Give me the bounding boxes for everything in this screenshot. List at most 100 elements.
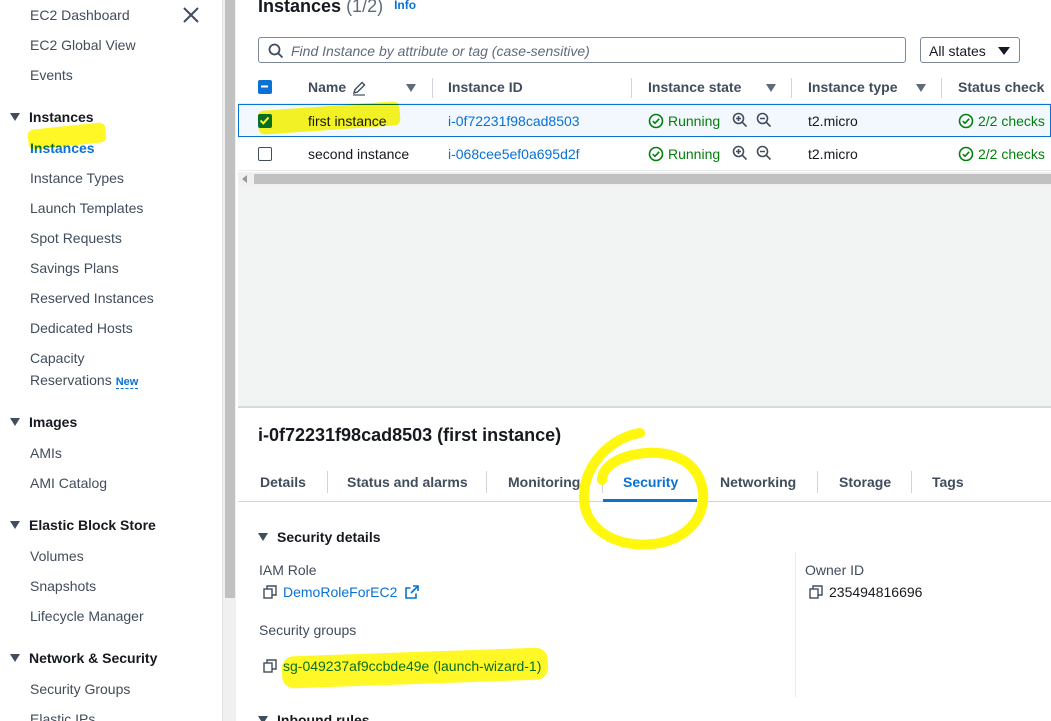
owner-id-value: 235494816696 bbox=[809, 584, 922, 600]
sidebar-section-network-security[interactable]: Network & Security bbox=[10, 650, 157, 666]
tab-status-and-alarms[interactable]: Status and alarms bbox=[347, 474, 468, 490]
scroll-left-icon[interactable] bbox=[242, 175, 247, 183]
sidebar-item-lifecycle-manager[interactable]: Lifecycle Manager bbox=[30, 608, 144, 624]
tab-tags[interactable]: Tags bbox=[932, 474, 964, 490]
sidebar-item-reserved-instances[interactable]: Reserved Instances bbox=[30, 290, 154, 306]
zoom-in-icon[interactable] bbox=[732, 112, 748, 128]
column-header-status-check[interactable]: Status check bbox=[958, 79, 1044, 95]
sidebar-item-security-groups[interactable]: Security Groups bbox=[30, 681, 130, 697]
table-header: Name Instance ID Instance state Instance… bbox=[238, 72, 1051, 104]
sidebar-item-ec2-global-view[interactable]: EC2 Global View bbox=[30, 37, 136, 53]
sidebar-item-events[interactable]: Events bbox=[30, 67, 73, 83]
table-empty-area bbox=[238, 186, 1051, 406]
sidebar-item-ami-catalog[interactable]: AMI Catalog bbox=[30, 475, 107, 491]
sidebar-section-images[interactable]: Images bbox=[10, 414, 77, 430]
sidebar-item-capacity[interactable]: Capacity bbox=[30, 350, 84, 366]
sidebar-item-ec2-dashboard[interactable]: EC2 Dashboard bbox=[30, 7, 130, 23]
page-title: Instances (1/2) Info bbox=[258, 0, 416, 17]
search-input[interactable]: Find Instance by attribute or tag (case-… bbox=[258, 37, 906, 63]
tab-separator bbox=[911, 471, 912, 493]
sidebar-item-dedicated-hosts[interactable]: Dedicated Hosts bbox=[30, 320, 133, 336]
column-header-instance-id[interactable]: Instance ID bbox=[448, 79, 523, 95]
column-separator bbox=[432, 78, 433, 98]
sort-icon[interactable] bbox=[766, 84, 776, 92]
copy-icon[interactable] bbox=[263, 585, 277, 599]
close-icon[interactable] bbox=[182, 6, 200, 24]
detail-panel-title: i-0f72231f98cad8503 (first instance) bbox=[258, 425, 562, 445]
sidebar-item-reservations[interactable]: Reservations New bbox=[30, 372, 139, 389]
instance-state-select[interactable]: All states bbox=[920, 37, 1020, 63]
instance-id-link[interactable]: i-0f72231f98cad8503 bbox=[448, 113, 580, 129]
table-horizontal-scrollbar[interactable] bbox=[238, 172, 1051, 186]
check-icon bbox=[259, 116, 270, 125]
security-details-header[interactable]: Security details bbox=[258, 529, 381, 545]
sort-icon[interactable] bbox=[406, 84, 416, 92]
tab-separator bbox=[486, 471, 487, 493]
sidebar-section-instances[interactable]: Instances bbox=[10, 109, 94, 125]
sidebar-item-snapshots[interactable]: Snapshots bbox=[30, 578, 96, 594]
iam-role-label: IAM Role bbox=[259, 562, 317, 578]
column-header-instance-type[interactable]: Instance type bbox=[808, 79, 897, 95]
row-checkbox[interactable] bbox=[258, 114, 272, 128]
check-circle-icon bbox=[958, 113, 974, 129]
active-tab-indicator bbox=[603, 499, 697, 502]
tab-networking[interactable]: Networking bbox=[720, 474, 796, 490]
split-panel-divider[interactable] bbox=[238, 406, 1051, 408]
inbound-rules-header[interactable]: Inbound rules bbox=[258, 712, 370, 721]
info-link[interactable]: Info bbox=[394, 0, 416, 12]
caret-down-icon bbox=[10, 113, 20, 121]
ec2-console: EC2 Dashboard EC2 Global View Events Ins… bbox=[0, 0, 1051, 721]
sidebar-item-spot-requests[interactable]: Spot Requests bbox=[30, 230, 122, 246]
tab-separator bbox=[817, 471, 818, 493]
zoom-in-icon[interactable] bbox=[732, 145, 748, 161]
iam-role-value[interactable]: DemoRoleForEC2 bbox=[263, 584, 420, 600]
search-icon bbox=[268, 43, 284, 59]
column-header-name[interactable]: Name bbox=[308, 79, 346, 95]
security-groups-label: Security groups bbox=[259, 622, 357, 638]
sidebar-item-elastic-ips[interactable]: Elastic IPs bbox=[30, 711, 95, 721]
tab-separator bbox=[327, 471, 328, 493]
tab-separator bbox=[602, 471, 603, 493]
table-row[interactable]: first instance i-0f72231f98cad8503 Runni… bbox=[238, 104, 1051, 137]
main-content: Instances (1/2) Info Find Instance by at… bbox=[238, 0, 1051, 721]
sidebar: EC2 Dashboard EC2 Global View Events Ins… bbox=[0, 0, 222, 721]
minus-icon bbox=[261, 85, 268, 88]
security-group-link[interactable]: sg-049237af9ccbde49e (launch-wizard-1) bbox=[263, 658, 541, 674]
table-row[interactable]: second instance i-068cee5ef0a695d2f Runn… bbox=[238, 138, 1051, 171]
sidebar-scrollbar[interactable] bbox=[222, 0, 236, 721]
sort-icon[interactable] bbox=[916, 84, 926, 92]
scrollbar-thumb[interactable] bbox=[254, 174, 1051, 184]
check-circle-icon bbox=[958, 146, 974, 162]
zoom-out-icon[interactable] bbox=[756, 145, 772, 161]
tab-security[interactable]: Security bbox=[623, 474, 678, 490]
sidebar-item-amis[interactable]: AMIs bbox=[30, 445, 62, 461]
instance-name: second instance bbox=[308, 146, 410, 162]
scrollbar-thumb[interactable] bbox=[225, 0, 235, 598]
selection-count: (1/2) bbox=[346, 0, 384, 16]
sidebar-item-volumes[interactable]: Volumes bbox=[30, 548, 84, 564]
edit-icon[interactable] bbox=[351, 80, 367, 96]
detail-tabs: Details Status and alarms Monitoring Sec… bbox=[238, 462, 1051, 502]
tab-details[interactable]: Details bbox=[260, 474, 306, 490]
column-header-instance-state[interactable]: Instance state bbox=[648, 79, 741, 95]
sidebar-section-elastic-block-store[interactable]: Elastic Block Store bbox=[10, 517, 156, 533]
tab-storage[interactable]: Storage bbox=[839, 474, 891, 490]
instance-id-link[interactable]: i-068cee5ef0a695d2f bbox=[448, 146, 580, 162]
new-badge: New bbox=[115, 376, 139, 389]
sidebar-item-savings-plans[interactable]: Savings Plans bbox=[30, 260, 119, 276]
tab-monitoring[interactable]: Monitoring bbox=[508, 474, 580, 490]
select-all-checkbox[interactable] bbox=[258, 80, 272, 94]
sidebar-item-launch-templates[interactable]: Launch Templates bbox=[30, 200, 143, 216]
sidebar-item-instances[interactable]: Instances bbox=[30, 140, 95, 156]
status-check: 2/2 checks bbox=[958, 113, 1045, 129]
column-separator bbox=[791, 78, 792, 98]
row-checkbox[interactable] bbox=[258, 147, 272, 161]
copy-icon[interactable] bbox=[263, 659, 277, 673]
instance-type: t2.micro bbox=[808, 113, 858, 129]
zoom-out-icon[interactable] bbox=[756, 112, 772, 128]
sidebar-item-instance-types[interactable]: Instance Types bbox=[30, 170, 124, 186]
status-check: 2/2 checks bbox=[958, 146, 1045, 162]
column-separator bbox=[631, 78, 632, 98]
caret-down-icon bbox=[258, 716, 268, 721]
copy-icon[interactable] bbox=[809, 585, 823, 599]
